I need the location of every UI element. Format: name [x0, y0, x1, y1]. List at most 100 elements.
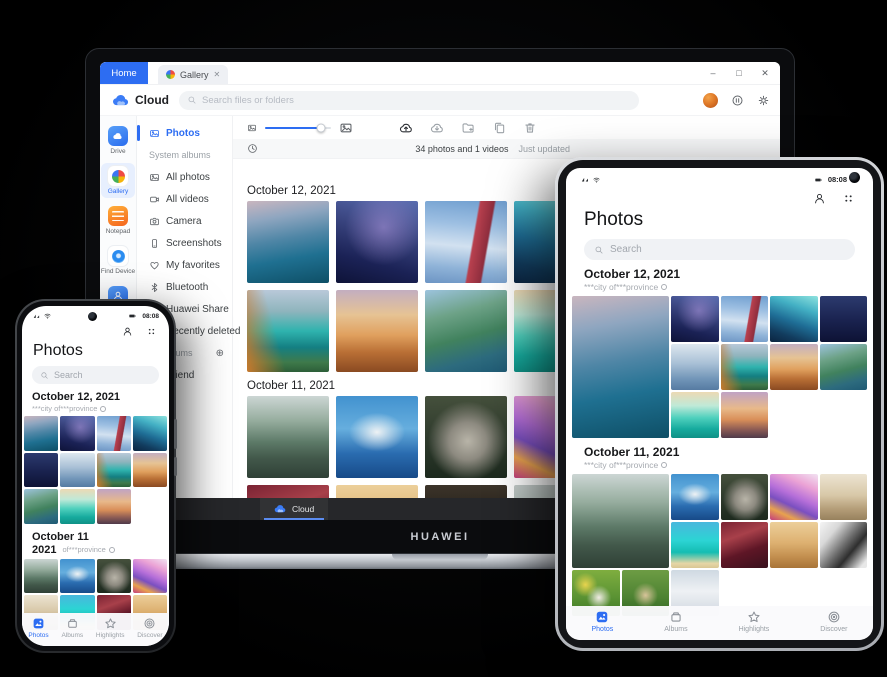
- photo-thumbnail[interactable]: [97, 559, 131, 594]
- search-bar[interactable]: Search: [32, 366, 159, 384]
- phone-nav-item-discover[interactable]: Discover: [137, 617, 162, 639]
- photo-thumbnail[interactable]: [721, 522, 769, 568]
- photo-thumbnail[interactable]: [24, 453, 58, 488]
- photo-thumbnail[interactable]: [247, 396, 329, 478]
- phone-nav-item-highlights[interactable]: Highlights: [96, 617, 125, 639]
- sidebar-item-my-favorites[interactable]: My favorites: [137, 254, 232, 276]
- photo-thumbnail[interactable]: [820, 474, 868, 520]
- sidebar-item-screenshots[interactable]: Screenshots: [137, 232, 232, 254]
- photo-thumbnail[interactable]: [24, 489, 58, 524]
- photo-thumbnail[interactable]: [671, 344, 719, 390]
- trash-icon[interactable]: [523, 121, 537, 135]
- photo-thumbnail[interactable]: [133, 416, 167, 451]
- rail-item-find-device[interactable]: Find Device: [101, 243, 135, 278]
- photo-thumbnail[interactable]: [425, 485, 507, 498]
- photo-thumbnail[interactable]: [336, 485, 418, 498]
- photo-thumbnail[interactable]: [425, 290, 507, 372]
- photo-thumbnail[interactable]: [336, 201, 418, 283]
- photo-thumbnail[interactable]: [721, 392, 769, 438]
- photo-thumbnail[interactable]: [247, 485, 329, 498]
- sidebar-item-photos[interactable]: Photos: [137, 122, 232, 144]
- tablet-nav-item-photos[interactable]: Photos: [591, 610, 613, 633]
- photo-thumbnail[interactable]: [247, 201, 329, 283]
- avatar[interactable]: [703, 93, 718, 108]
- photo-thumbnail[interactable]: [671, 522, 719, 568]
- photo-thumbnail[interactable]: [425, 201, 507, 283]
- taskbar-cloud-app[interactable]: Cloud: [260, 498, 328, 520]
- photo-thumbnail[interactable]: [60, 489, 94, 524]
- photo-thumbnail[interactable]: [671, 474, 719, 520]
- photo-thumbnail[interactable]: [24, 559, 58, 594]
- download-icon[interactable]: [430, 121, 444, 135]
- photo-thumbnail[interactable]: [247, 290, 329, 372]
- location-badge-icon: [109, 547, 115, 553]
- tab-home[interactable]: Home: [100, 62, 148, 84]
- search-input[interactable]: [202, 95, 631, 106]
- photo-thumbnail[interactable]: [97, 453, 131, 488]
- account-icon[interactable]: [813, 192, 826, 205]
- tablet-nav-item-albums[interactable]: Albums: [664, 610, 687, 633]
- photo-thumbnail[interactable]: [820, 522, 868, 568]
- search-bar[interactable]: Search: [584, 239, 855, 260]
- photo-thumbnail[interactable]: [24, 416, 58, 451]
- photo-thumbnail[interactable]: [97, 416, 131, 451]
- slider-knob[interactable]: [317, 123, 326, 132]
- photo-thumbnail[interactable]: [721, 474, 769, 520]
- tab-gallery[interactable]: Gallery ✕: [158, 65, 228, 84]
- copy-icon[interactable]: [492, 121, 506, 135]
- gear-icon[interactable]: [757, 94, 770, 107]
- photo-thumbnail[interactable]: [336, 290, 418, 372]
- new-folder-icon[interactable]: [461, 121, 475, 135]
- photo-thumbnail[interactable]: [820, 296, 868, 342]
- photo-thumbnail[interactable]: [820, 344, 868, 390]
- close-button[interactable]: ✕: [752, 62, 778, 85]
- clock-icon[interactable]: [247, 143, 258, 154]
- sidebar-item-camera[interactable]: Camera: [137, 210, 232, 232]
- search-icon: [40, 371, 49, 380]
- photo-thumbnail[interactable]: [133, 559, 167, 594]
- photo-thumbnail[interactable]: [60, 559, 94, 594]
- photo-thumbnail[interactable]: [336, 396, 418, 478]
- photo-thumbnail[interactable]: [133, 453, 167, 488]
- photo-thumbnail[interactable]: [671, 296, 719, 342]
- photo-list[interactable]: October 12, 2021***city of***provinceOct…: [566, 267, 873, 616]
- photo-thumbnail[interactable]: [97, 489, 131, 524]
- upload-icon[interactable]: [399, 121, 413, 135]
- photo-thumbnail[interactable]: [770, 522, 818, 568]
- transfer-list-icon[interactable]: [731, 94, 744, 107]
- rail-item-drive[interactable]: Drive: [101, 123, 135, 158]
- phone-nav-item-albums[interactable]: Albums: [61, 617, 83, 639]
- thumbnail-large-icon[interactable]: [339, 121, 353, 135]
- photo-thumbnail[interactable]: [770, 344, 818, 390]
- maximize-button[interactable]: □: [726, 62, 752, 85]
- photo-thumbnail[interactable]: [572, 474, 669, 568]
- account-icon[interactable]: [122, 326, 133, 337]
- minimize-button[interactable]: –: [700, 62, 726, 85]
- photo-thumbnail[interactable]: [671, 392, 719, 438]
- phone-nav-item-photos[interactable]: Photos: [28, 617, 48, 639]
- rail-item-gallery[interactable]: Gallery: [101, 163, 135, 198]
- more-options-icon[interactable]: [146, 326, 157, 337]
- photo-thumbnail[interactable]: [425, 396, 507, 478]
- tab-close-icon[interactable]: ✕: [214, 70, 221, 79]
- photo-thumbnail[interactable]: [721, 344, 769, 390]
- photo-thumbnail[interactable]: [721, 296, 769, 342]
- rail-item-notepad[interactable]: Notepad: [101, 203, 135, 238]
- sidebar-item-bluetooth[interactable]: Bluetooth: [137, 276, 232, 298]
- photo-thumbnail[interactable]: [572, 296, 669, 438]
- search-bar[interactable]: [179, 91, 639, 110]
- tablet-nav-item-discover[interactable]: Discover: [820, 610, 847, 633]
- sidebar-item-all-photos[interactable]: All photos: [137, 166, 232, 188]
- thumbnail-small-icon[interactable]: [247, 123, 257, 133]
- more-options-icon[interactable]: [842, 192, 855, 205]
- photo-thumbnail[interactable]: [60, 416, 94, 451]
- thumbnail-size-slider[interactable]: [265, 127, 331, 129]
- photo-thumbnail[interactable]: [770, 296, 818, 342]
- photo-section: October 12, 2021***city of***province: [22, 391, 169, 524]
- photo-list[interactable]: October 12, 2021***city of***provinceOct…: [22, 391, 169, 630]
- add-album-button[interactable]: ⊕: [216, 348, 224, 359]
- tablet-nav-item-highlights[interactable]: Highlights: [739, 610, 770, 633]
- photo-thumbnail[interactable]: [770, 474, 818, 520]
- sidebar-item-all-videos[interactable]: All videos: [137, 188, 232, 210]
- photo-thumbnail[interactable]: [60, 453, 94, 488]
